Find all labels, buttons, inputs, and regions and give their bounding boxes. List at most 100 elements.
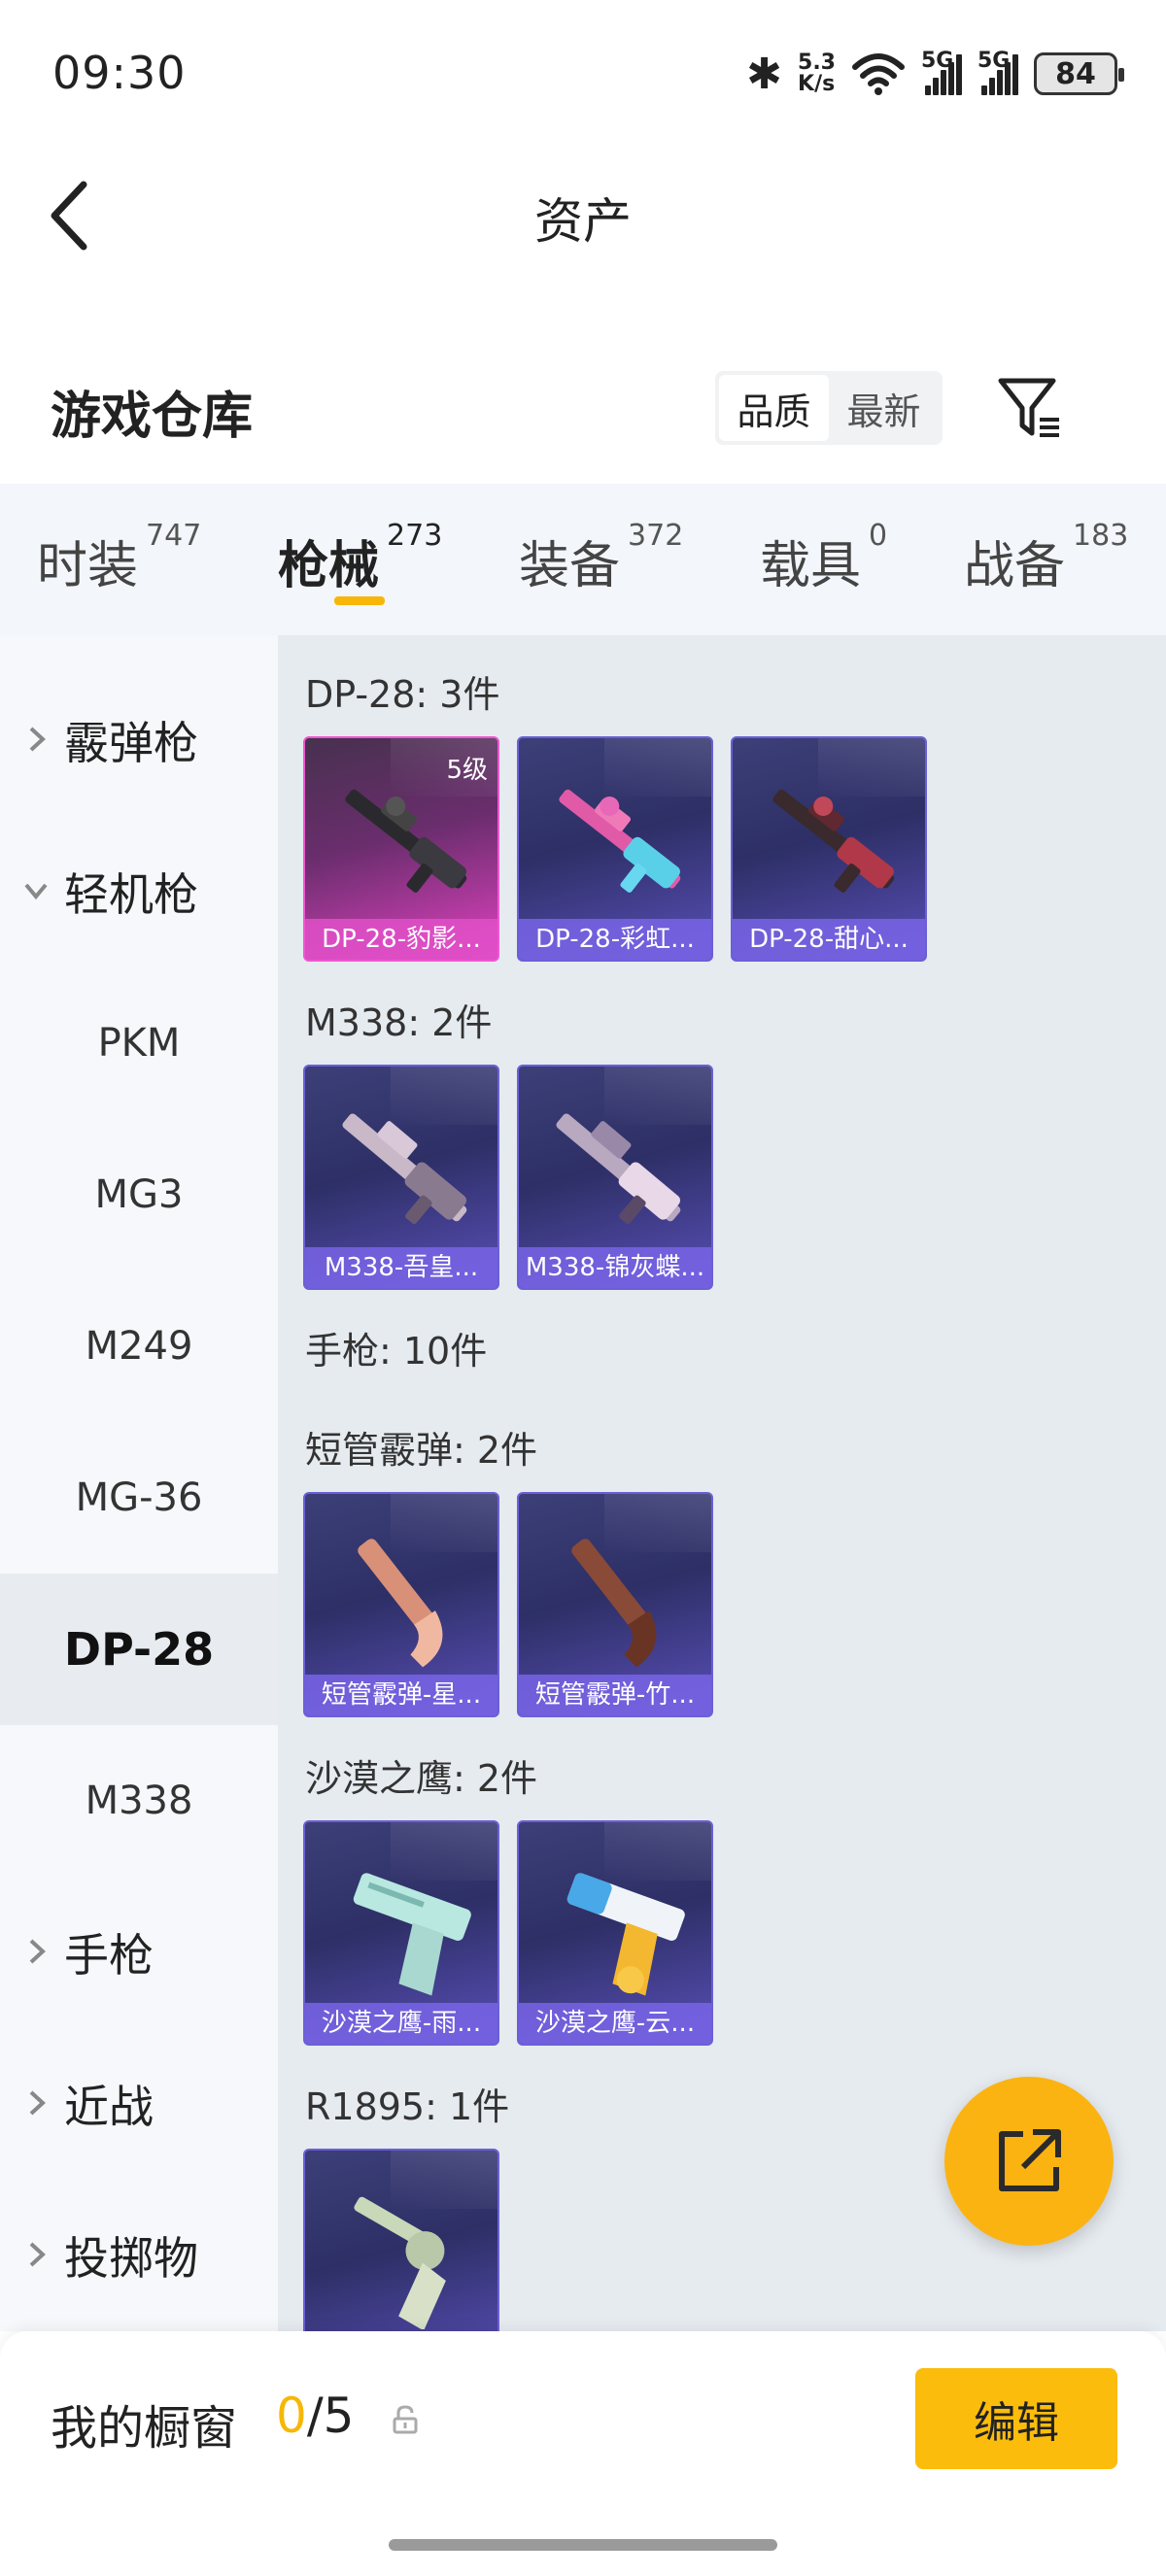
section-title: 沙漠之鹰: 2件 <box>305 1757 538 1800</box>
sidebar-item-mg3[interactable]: MG3 <box>0 1119 278 1271</box>
sidebar-group-label: 投掷物 <box>64 2232 198 2285</box>
sidebar-item-mg36[interactable]: MG-36 <box>0 1422 278 1574</box>
sidebar-item-pkm[interactable]: PKM <box>0 967 278 1119</box>
tab-guns[interactable]: 枪械273 <box>278 519 442 597</box>
item-label: 短管霰弹-竹... <box>519 1675 711 1715</box>
net-speed-value: 5.3 <box>798 51 836 75</box>
warehouse-title: 游戏仓库 <box>51 388 254 446</box>
category-tabs: 时装747 枪械273 装备372 载具0 战备183 <box>0 484 1166 635</box>
lock-icon <box>393 2405 418 2434</box>
item-card[interactable]: 5级 DP-28-豹影... <box>303 736 499 962</box>
tab-count: 273 <box>387 519 443 553</box>
tab-label: 时装 <box>37 537 139 595</box>
wifi-icon <box>852 53 905 95</box>
network-type-2: 5G <box>977 49 1011 73</box>
signal-icon-1: 5G <box>921 49 962 95</box>
sidebar-group-label: 霰弹枪 <box>64 717 198 769</box>
tab-count: 183 <box>1073 519 1129 553</box>
sort-latest-button[interactable]: 最新 <box>829 375 939 441</box>
showcase-label: 我的橱窗 <box>51 2401 238 2456</box>
sidebar-group-lmg[interactable]: 轻机枪 <box>0 816 278 967</box>
gun-icon <box>559 789 681 893</box>
tab-count: 372 <box>628 519 684 553</box>
sidebar-item-dp28[interactable]: DP-28 <box>0 1574 278 1725</box>
sidebar-group-shotgun[interactable]: 霰弹枪 <box>0 664 278 816</box>
network-type-1: 5G <box>921 49 954 73</box>
gun-icon <box>556 1113 681 1225</box>
gun-icon <box>353 1873 471 1996</box>
bluetooth-icon: ✱ <box>746 49 783 99</box>
status-time: 09:30 <box>52 47 187 99</box>
battery-icon: 84 <box>1034 52 1124 95</box>
showcase-total: /5 <box>306 2388 355 2444</box>
sort-quality-button[interactable]: 品质 <box>719 375 829 441</box>
tab-supplies[interactable]: 战备183 <box>964 519 1128 597</box>
section-title: 手枪: 10件 <box>305 1330 488 1373</box>
item-label: DP-28-豹影... <box>305 919 497 960</box>
active-tab-indicator <box>334 596 385 605</box>
section-title: R1895: 1件 <box>305 2085 510 2128</box>
item-level: 5级 <box>446 756 488 785</box>
item-label: DP-28-彩虹... <box>519 919 711 960</box>
tab-label: 战备 <box>964 537 1066 595</box>
sidebar-group-label: 轻机枪 <box>64 868 198 921</box>
item-card[interactable] <box>303 2149 499 2331</box>
sidebar: 霰弹枪 轻机枪 PKM MG3 M249 MG-36 DP-28 M338 手枪… <box>0 635 278 2331</box>
item-card[interactable]: 沙漠之鹰-雨... <box>303 1820 499 2046</box>
section-title: 短管霰弹: 2件 <box>305 1429 538 1472</box>
item-label: M338-吾皇... <box>305 1247 497 1288</box>
showcase-count: 0/5 <box>276 2388 354 2444</box>
nav-bar: 资产 <box>0 165 1166 262</box>
chevron-right-icon <box>29 727 46 752</box>
gun-icon <box>342 1113 467 1225</box>
sidebar-group-label: 手枪 <box>64 1929 154 1982</box>
tab-label: 枪械 <box>278 537 380 595</box>
item-card[interactable]: M338-锦灰蝶... <box>517 1065 713 1290</box>
tab-vehicles[interactable]: 载具0 <box>760 519 887 597</box>
item-card[interactable]: 短管霰弹-竹... <box>517 1492 713 1717</box>
tab-count: 0 <box>869 519 888 553</box>
chevron-right-icon <box>29 2090 46 2116</box>
section-title: DP-28: 3件 <box>305 673 500 716</box>
tab-fashion[interactable]: 时装747 <box>37 519 201 597</box>
item-label: DP-28-甜心... <box>733 919 925 960</box>
sidebar-group-melee[interactable]: 近战 <box>0 2028 278 2180</box>
gun-icon <box>772 789 895 893</box>
chevron-down-icon <box>24 883 48 900</box>
status-bar: 09:30 ✱ 5.3 K/s 5G 5G 84 <box>0 0 1166 146</box>
page-title: 资产 <box>534 193 632 250</box>
sidebar-group-pistol[interactable]: 手枪 <box>0 1877 278 2028</box>
sidebar-item-m338[interactable]: M338 <box>0 1725 278 1877</box>
sidebar-group-throwable[interactable]: 投掷物 <box>0 2180 278 2331</box>
share-icon <box>999 2129 1061 2191</box>
item-card[interactable]: 短管霰弹-星... <box>303 1492 499 1717</box>
tab-equipment[interactable]: 装备372 <box>519 519 683 597</box>
section-title: M338: 2件 <box>305 1001 493 1044</box>
item-label: M338-锦灰蝶... <box>519 1247 711 1288</box>
edit-button[interactable]: 编辑 <box>915 2368 1117 2469</box>
item-label: 沙漠之鹰-雨... <box>305 2003 497 2044</box>
chevron-right-icon <box>29 2242 46 2267</box>
back-icon[interactable] <box>45 179 103 253</box>
net-speed: 5.3 K/s <box>798 52 836 95</box>
gun-icon <box>571 1539 657 1668</box>
share-button[interactable] <box>944 2077 1114 2246</box>
item-card[interactable]: M338-吾皇... <box>303 1065 499 1290</box>
sort-toggle: 品质 最新 <box>715 371 943 445</box>
chevron-right-icon <box>29 1939 46 1964</box>
item-card[interactable]: 沙漠之鹰-云... <box>517 1820 713 2046</box>
item-card[interactable]: DP-28-甜心... <box>731 736 927 962</box>
status-icons: ✱ 5.3 K/s 5G 5G 84 <box>746 47 1124 101</box>
filter-icon[interactable] <box>995 373 1065 443</box>
showcase-bar: 我的橱窗 0/5 编辑 <box>0 2331 1166 2576</box>
gun-icon <box>566 1873 685 1996</box>
tab-label: 载具 <box>760 537 862 595</box>
sidebar-group-label: 近战 <box>64 2081 154 2133</box>
home-indicator[interactable] <box>389 2539 777 2551</box>
gun-icon <box>354 2196 446 2329</box>
tab-count: 747 <box>146 519 202 553</box>
item-card[interactable]: DP-28-彩虹... <box>517 736 713 962</box>
item-label: 沙漠之鹰-云... <box>519 2003 711 2044</box>
sidebar-item-m249[interactable]: M249 <box>0 1271 278 1422</box>
gun-icon <box>358 1539 443 1668</box>
